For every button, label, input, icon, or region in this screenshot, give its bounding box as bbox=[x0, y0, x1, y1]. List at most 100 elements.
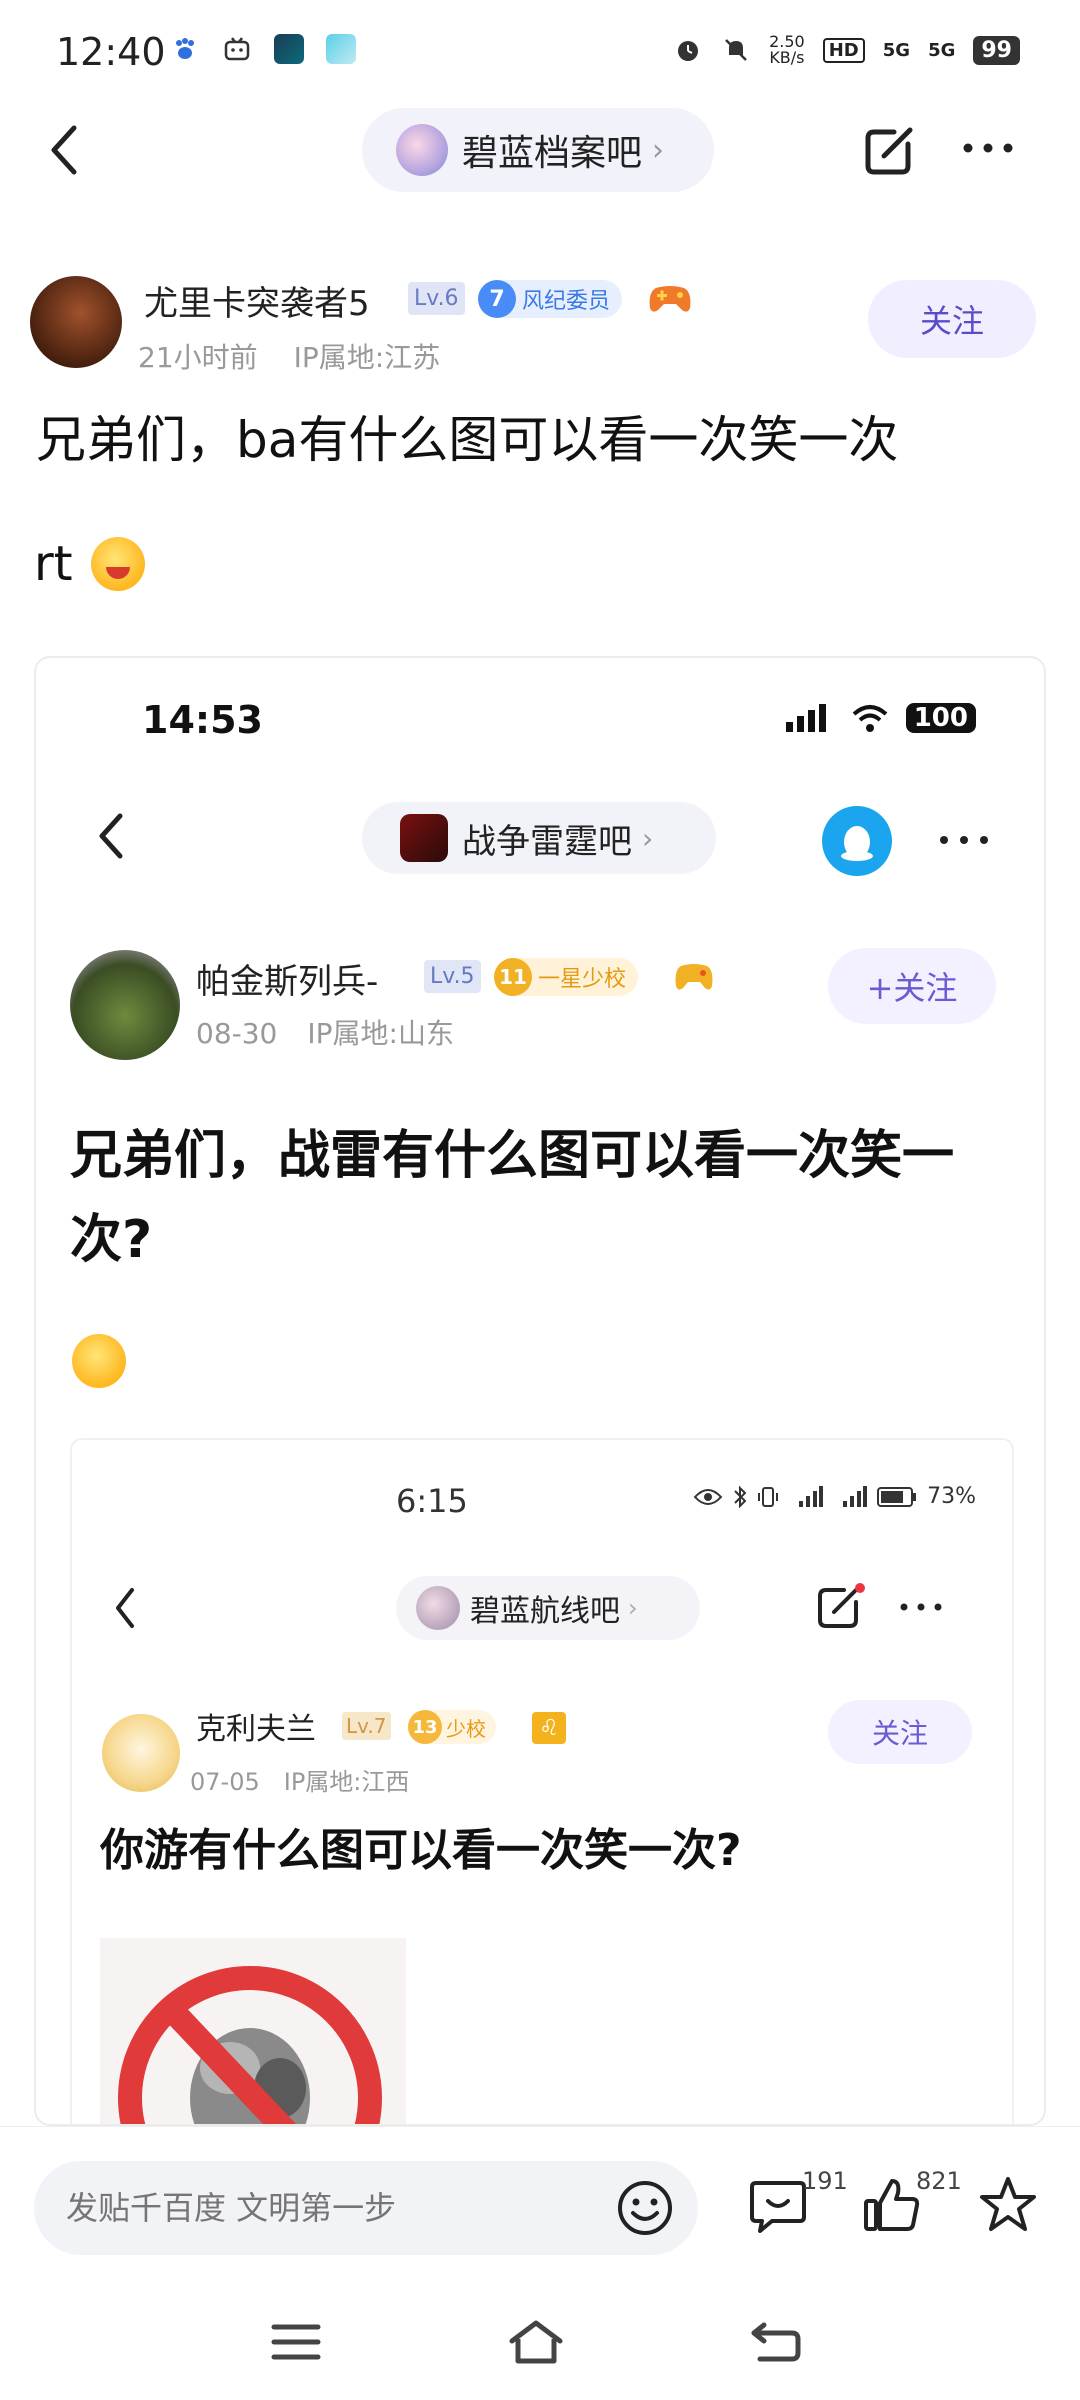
forum-avatar bbox=[400, 814, 448, 862]
like-count: 821 bbox=[916, 2167, 962, 2195]
forum-avatar bbox=[396, 124, 448, 176]
follow-button[interactable]: 关注 bbox=[868, 280, 1036, 358]
author-name[interactable]: 尤里卡突袭者5 bbox=[144, 276, 370, 325]
post-body-text: rt bbox=[34, 536, 73, 592]
status-right: 2.50 KB/s HD 5G 5G 99 bbox=[673, 34, 1020, 66]
nested-status-time: 6:15 bbox=[396, 1482, 468, 1520]
back-arrow-icon bbox=[99, 813, 123, 859]
bluetooth-icon bbox=[734, 1485, 747, 1508]
post-body: rt bbox=[34, 536, 145, 592]
vibrate-icon bbox=[758, 1486, 779, 1507]
baidu-paw-icon bbox=[170, 34, 200, 64]
nested-battery: 73% bbox=[927, 1484, 976, 1509]
post-time: 21小时前 bbox=[138, 341, 258, 374]
author-avatar[interactable] bbox=[30, 276, 122, 368]
battery-indicator: 99 bbox=[973, 35, 1020, 65]
rank-title: 少校 bbox=[446, 1716, 486, 1741]
home-icon[interactable] bbox=[506, 2319, 566, 2365]
forum-name: 碧蓝档案吧 bbox=[462, 133, 643, 174]
chevron-right-icon: › bbox=[652, 132, 665, 168]
eye-icon bbox=[693, 1488, 723, 1505]
nested-forum-pill: 碧蓝航线吧 › bbox=[396, 1576, 700, 1640]
rank-shield-icon: 11 bbox=[494, 958, 532, 996]
nested-post-ip: IP属地:江西 bbox=[283, 1768, 410, 1796]
wifi-icon bbox=[852, 705, 888, 732]
hd-badge: HD bbox=[822, 37, 865, 63]
status-time: 12:40 bbox=[56, 30, 166, 74]
forum-pill[interactable]: 碧蓝档案吧 › bbox=[362, 108, 714, 192]
embedded-post-meta: 08-30 IP属地:山东 bbox=[196, 1012, 454, 1052]
back-nav-icon[interactable] bbox=[746, 2319, 806, 2365]
embedded-status-time: 14:53 bbox=[142, 698, 263, 742]
laughing-emoji-icon bbox=[90, 537, 145, 591]
embedded-post-title: 兄弟们，战雷有什么图可以看一次笑一次? bbox=[70, 1126, 955, 1270]
nested-forum-name: 碧蓝航线吧 bbox=[470, 1594, 620, 1629]
embedded-author-avatar bbox=[70, 950, 180, 1060]
level-badge: Lv.7 bbox=[342, 1712, 391, 1740]
gamepad-icon bbox=[675, 964, 713, 990]
alarm-icon bbox=[678, 41, 699, 61]
qq-penguin-icon bbox=[822, 806, 892, 876]
embedded-battery: 100 bbox=[905, 703, 976, 733]
embedded-post-date: 08-30 bbox=[196, 1017, 278, 1050]
thumbs-up-icon bbox=[864, 2179, 920, 2231]
back-arrow-icon bbox=[116, 1588, 134, 1628]
battery-icon bbox=[877, 1486, 917, 1507]
level-badge: Lv.6 bbox=[408, 282, 465, 315]
gamepad-icon bbox=[649, 286, 691, 312]
post-meta: 21小时前 IP属地:江苏 bbox=[138, 336, 440, 376]
like-action[interactable]: 821 bbox=[860, 2167, 970, 2243]
mute-bell-icon bbox=[725, 39, 747, 61]
post-ip: IP属地:江苏 bbox=[293, 341, 441, 374]
level-badge: Lv.5 bbox=[424, 960, 481, 993]
more-options-icon bbox=[900, 1603, 942, 1611]
rank-shield-icon: 13 bbox=[408, 1710, 442, 1744]
rank-title: 一星少校 bbox=[538, 967, 627, 992]
bilibili-tv-icon bbox=[222, 34, 252, 64]
menu-icon[interactable] bbox=[266, 2319, 326, 2365]
more-options-icon bbox=[940, 836, 988, 844]
comment-input[interactable] bbox=[34, 2161, 698, 2255]
embedded-post-ip: IP属地:山东 bbox=[307, 1017, 454, 1050]
emoji-picker-icon[interactable] bbox=[616, 2179, 674, 2237]
smile-emoji-icon bbox=[72, 1334, 126, 1388]
embedded-screenshot[interactable]: 14:53 100 战争雷霆吧 › 帕金斯列兵- Lv.5 11 一星少校 +关… bbox=[34, 656, 1046, 2126]
honor-badge: 7 风纪委员 bbox=[478, 280, 623, 318]
comment-action[interactable]: 191 bbox=[746, 2167, 850, 2243]
chevron-right-icon: › bbox=[642, 821, 654, 855]
embedded-forum-pill: 战争雷霆吧 › bbox=[362, 802, 716, 874]
notification-icons bbox=[170, 34, 356, 64]
signal-bars-icon bbox=[785, 704, 826, 732]
embedded-status-icons: 100 bbox=[784, 702, 976, 734]
forum-avatar bbox=[416, 1586, 460, 1630]
nested-screenshot: 6:15 73% 碧蓝航线吧 › 克利夫兰 Lv.7 13 少校 ♌ 关注 07… bbox=[70, 1438, 1014, 2124]
more-options-icon[interactable] bbox=[958, 128, 1018, 168]
embedded-author-name: 帕金斯列兵- bbox=[196, 962, 379, 1002]
signal-5g-1: 5G bbox=[882, 39, 911, 61]
back-arrow-icon[interactable] bbox=[44, 120, 84, 180]
edit-post-icon[interactable] bbox=[862, 122, 918, 178]
nested-post-meta: 07-05 IP属地:江西 bbox=[190, 1762, 409, 1797]
signal-5g-2: 5G bbox=[928, 39, 956, 61]
rank-badge: 11 一星少校 bbox=[494, 958, 639, 996]
nested-author-avatar bbox=[102, 1714, 180, 1792]
net-speed: 2.50 KB/s bbox=[769, 32, 805, 67]
bottom-action-bar: 191 821 bbox=[0, 2126, 1080, 2400]
nested-post-title: 你游有什么图可以看一次笑一次? bbox=[100, 1825, 742, 1876]
nested-status-icons: 73% bbox=[693, 1484, 976, 1509]
image-app-icon bbox=[326, 34, 356, 64]
comment-count: 191 bbox=[802, 2167, 848, 2195]
favorite-star-icon[interactable] bbox=[976, 2173, 1040, 2237]
embedded-follow-button: +关注 bbox=[828, 948, 996, 1024]
embedded-forum-name: 战争雷霆吧 bbox=[462, 821, 632, 862]
prohibited-sign-image bbox=[100, 1938, 406, 2124]
chevron-right-icon: › bbox=[628, 1594, 638, 1622]
game-app-icon bbox=[274, 34, 304, 64]
edit-post-icon bbox=[818, 1583, 865, 1628]
honor-title: 风纪委员 bbox=[522, 289, 611, 314]
system-nav-bar bbox=[0, 2279, 1080, 2400]
status-bar: 12:40 2.50 KB/s HD 5G 5G 99 bbox=[0, 0, 1080, 100]
post-title: 兄弟们，ba有什么图可以看一次笑一次 bbox=[36, 411, 899, 469]
nested-author-name: 克利夫兰 bbox=[196, 1712, 316, 1747]
diamond-icon: 7 bbox=[478, 280, 516, 318]
